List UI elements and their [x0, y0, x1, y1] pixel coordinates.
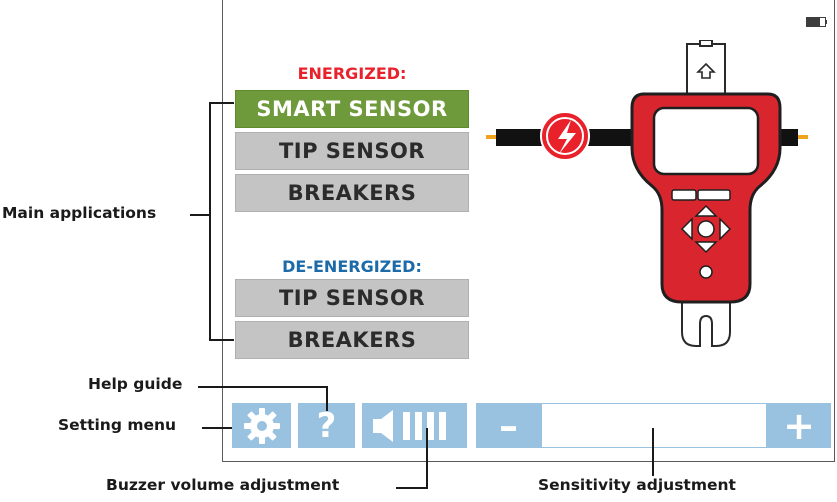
speaker-volume-icon: [372, 409, 446, 442]
deenergized-tip-sensor-button[interactable]: TIP SENSOR: [235, 279, 469, 317]
high-voltage-icon: [540, 111, 590, 161]
buzzer-volume-button[interactable]: [362, 403, 467, 448]
help-label: ?: [316, 405, 337, 446]
battery-icon: [806, 17, 827, 27]
energized-smart-sensor-button[interactable]: SMART SENSOR: [235, 90, 469, 128]
gear-icon: [243, 407, 280, 444]
top-probe: [686, 40, 726, 97]
setting-menu-annotation: Setting menu: [58, 416, 177, 434]
setting-menu-leader: [202, 427, 232, 429]
deenergized-breakers-button[interactable]: BREAKERS: [235, 321, 469, 359]
sensitivity-leader: [652, 428, 654, 476]
settings-button[interactable]: [232, 403, 291, 448]
main-applications-bracket-bottom: [209, 339, 234, 341]
sensitivity-slider[interactable]: [541, 403, 767, 448]
main-applications-annotation: Main applications: [2, 204, 157, 222]
main-applications-leader: [190, 214, 210, 216]
main-applications-bracket-top: [209, 102, 234, 104]
help-guide-leader: [198, 386, 328, 388]
deenergized-heading: DE-ENERGIZED:: [282, 257, 422, 276]
help-guide-annotation: Help guide: [88, 375, 183, 393]
energized-breakers-button[interactable]: BREAKERS: [235, 174, 469, 212]
sensitivity-increase-button[interactable]: +: [767, 403, 831, 448]
main-applications-bracket: [209, 102, 211, 341]
sensitivity-annotation: Sensitivity adjustment: [538, 476, 736, 494]
device-illustration: [486, 40, 808, 347]
device-body: [630, 92, 782, 304]
energized-heading: ENERGIZED:: [297, 64, 407, 83]
help-guide-leader-vertical: [326, 386, 328, 411]
buzzer-volume-leader: [396, 487, 428, 489]
minus-label: –: [499, 403, 518, 448]
plus-label: +: [783, 403, 815, 448]
sensitivity-decrease-button[interactable]: –: [476, 403, 541, 448]
energized-tip-sensor-button[interactable]: TIP SENSOR: [235, 132, 469, 170]
buzzer-volume-leader-vertical: [426, 428, 428, 489]
buzzer-volume-annotation: Buzzer volume adjustment: [106, 476, 340, 494]
